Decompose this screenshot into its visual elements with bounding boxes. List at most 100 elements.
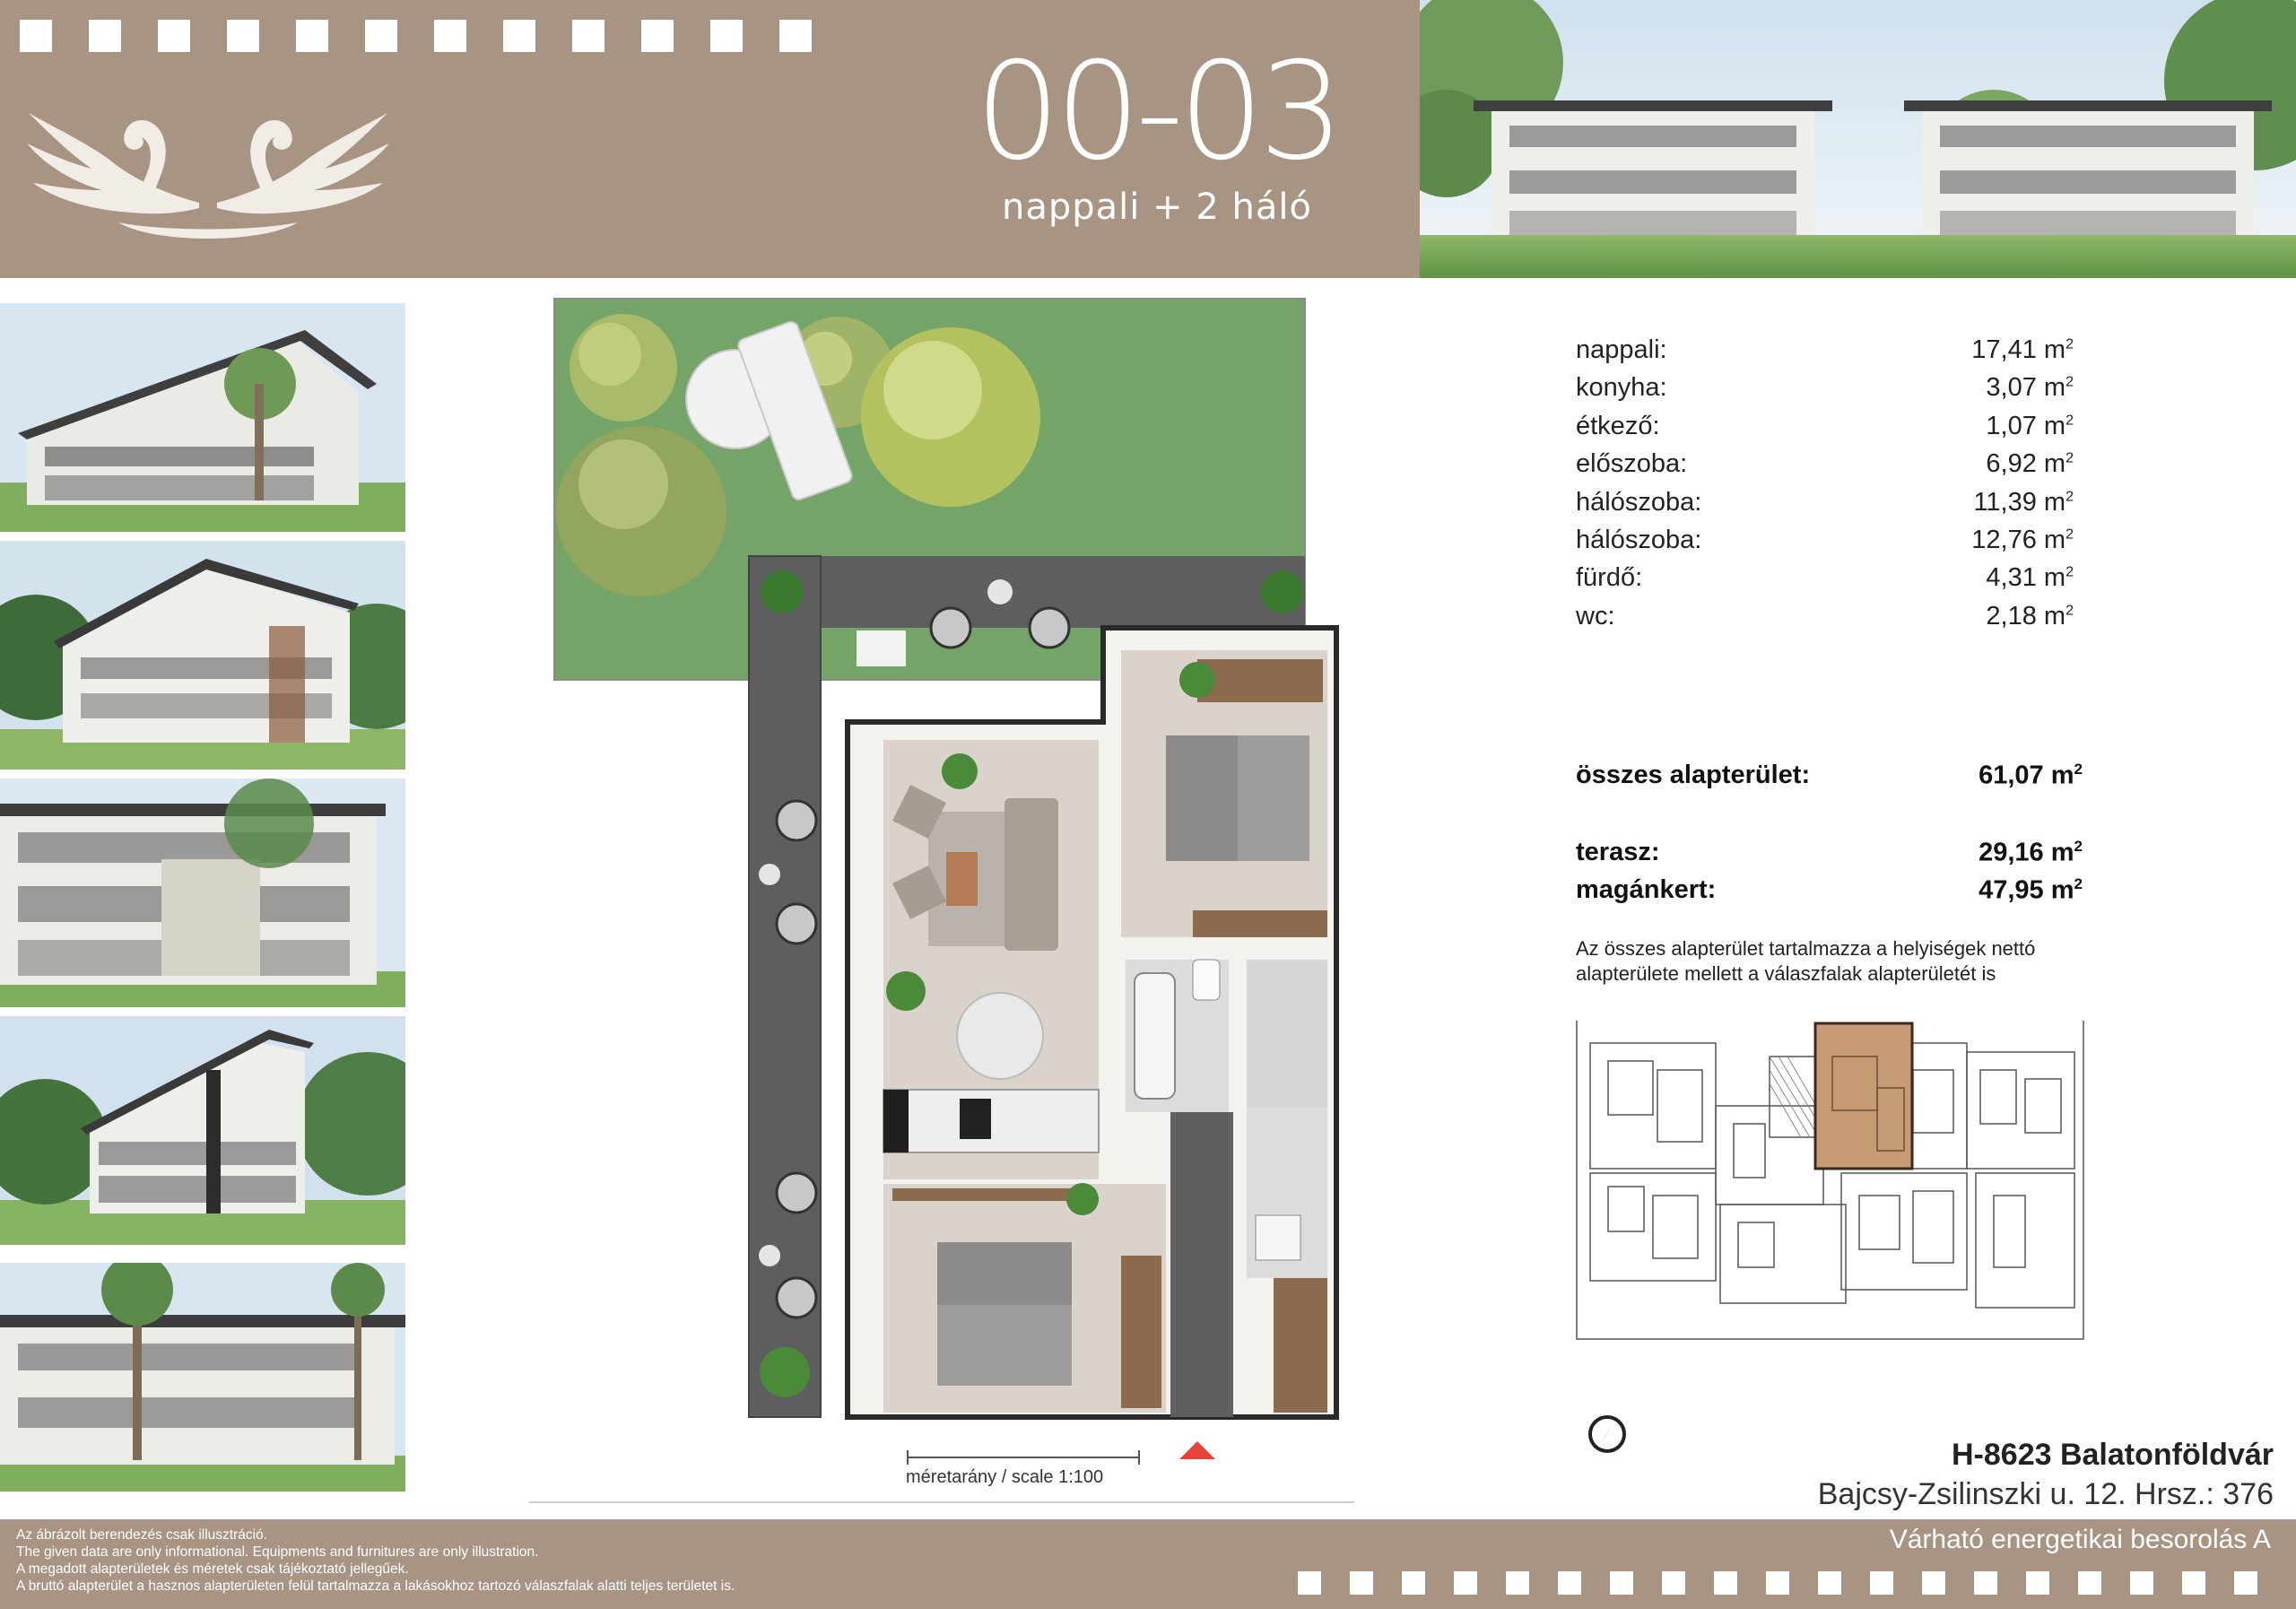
- room-row: wc: 2,18 m2: [1576, 602, 2074, 639]
- site-plan: [1572, 1016, 2092, 1348]
- header-square: [779, 20, 812, 52]
- rendering-thumbnail-2: [0, 541, 405, 770]
- header-square: [296, 20, 328, 52]
- plant-icon: [1261, 570, 1304, 613]
- header-square: [89, 20, 121, 52]
- plant-icon: [760, 1347, 810, 1397]
- room-area: 1,07 m2: [1986, 412, 2074, 441]
- footer-square: [1922, 1571, 1945, 1595]
- room-area: 12,76 m2: [1971, 526, 2074, 555]
- room-name: hálószoba:: [1576, 487, 1702, 517]
- room-area: 2,18 m2: [1986, 602, 2074, 631]
- header-square: [503, 20, 535, 52]
- disclaimer: Az ábrázolt berendezés csak illusztráció…: [16, 1526, 735, 1595]
- header-square: [710, 20, 743, 52]
- footer-square: [1402, 1571, 1425, 1595]
- disclaimer-line: The given data are only informational. E…: [16, 1544, 539, 1560]
- hallway: [1170, 1112, 1233, 1417]
- unit-sup: 2: [2066, 488, 2074, 504]
- rendering-thumbnail-1: [0, 303, 405, 532]
- unit-sup: 2: [2066, 564, 2074, 580]
- dining-table: [956, 992, 1044, 1080]
- header-square: [20, 20, 52, 52]
- energy-rating: Várható energetikai besorolás A: [1889, 1525, 2271, 1554]
- room-area-value: 1,07 m: [1986, 411, 2066, 440]
- room-area: 6,92 m2: [1986, 449, 2074, 479]
- plant-icon: [761, 570, 804, 613]
- unit-sup: 2: [2066, 526, 2074, 543]
- compass-north-icon: [1588, 1415, 1626, 1453]
- rendering-thumbnail-5: [0, 1263, 405, 1492]
- footer-square: [1766, 1571, 1789, 1595]
- room-area-value: 17,41 m: [1971, 335, 2066, 364]
- room-row: konyha: 3,07 m2: [1576, 373, 2074, 411]
- area-note: Az összes alapterület tartalmazza a hely…: [1576, 937, 2036, 985]
- footer-square: [1610, 1571, 1633, 1595]
- room-row: fürdő: 4,31 m2: [1576, 563, 2074, 601]
- disclaimer-line: A bruttó alapterület a hasznos alapterül…: [16, 1579, 735, 1594]
- room-name: konyha:: [1576, 373, 1667, 403]
- footer-square: [1350, 1571, 1373, 1595]
- terrace-area-value: 29,16 m: [1979, 838, 2074, 867]
- footer-square: [1506, 1571, 1529, 1595]
- address-line-1: H-8623 Balatonföldvár: [1952, 1438, 2274, 1472]
- total-area-label: összes alapterület:: [1576, 761, 1811, 789]
- room-name: nappali:: [1576, 335, 1667, 364]
- hero-building-rendering: [1420, 0, 2296, 278]
- swan-logo-icon: [27, 113, 389, 239]
- unit-sup: 2: [2074, 838, 2083, 855]
- footer-square: [1870, 1571, 1893, 1595]
- disclaimer-line: A megadott alapterületek és méretek csak…: [16, 1561, 409, 1577]
- room-area-value: 12,76 m: [1971, 526, 2066, 554]
- header-square: [158, 20, 190, 52]
- footer-square: [1298, 1571, 1321, 1595]
- room-name: étkező:: [1576, 411, 1660, 440]
- header-square: [434, 20, 466, 52]
- footer-square: [2234, 1571, 2257, 1595]
- room-row: étkező: 1,07 m2: [1576, 412, 2074, 449]
- total-area-value: 61,07 m: [1979, 761, 2074, 790]
- footer-square: [2078, 1571, 2101, 1595]
- header-square: [365, 20, 397, 52]
- entrance-arrow-icon: [1179, 1441, 1215, 1459]
- room-name: wc:: [1576, 601, 1615, 631]
- room-area: 17,41 m2: [1971, 335, 2074, 365]
- footer-square: [2026, 1571, 2049, 1595]
- room-name: előszoba:: [1576, 449, 1688, 479]
- room-row: nappali: 17,41 m2: [1576, 335, 2074, 373]
- room-area-value: 3,07 m: [1986, 373, 2066, 403]
- rendering-thumbnail-3: [0, 778, 405, 1007]
- footer-square: [1662, 1571, 1685, 1595]
- room-area-value: 4,31 m: [1986, 563, 2066, 593]
- footer-square: [1974, 1571, 1997, 1595]
- room-row: hálószoba: 12,76 m2: [1576, 526, 2074, 563]
- plant-icon: [942, 753, 978, 789]
- plant-icon: [1179, 662, 1215, 698]
- garden-label: magánkert:: [1576, 875, 1717, 904]
- room-area: 4,31 m2: [1986, 563, 2074, 593]
- unit-sup: 2: [2074, 761, 2083, 778]
- room-area-value: 2,18 m: [1986, 601, 2066, 631]
- plant-icon: [886, 971, 926, 1011]
- unit-sup: 2: [2066, 374, 2074, 390]
- unit-type: nappali + 2 háló: [1002, 187, 1312, 228]
- room-area: 3,07 m2: [1986, 373, 2074, 403]
- terrace-label: terasz:: [1576, 838, 1660, 866]
- header-square: [227, 20, 259, 52]
- unit-sup: 2: [2066, 450, 2074, 466]
- room-name: hálószoba:: [1576, 526, 1702, 554]
- unit-sup: 2: [2066, 603, 2074, 619]
- unit-code: 00-03: [975, 34, 1344, 190]
- rendering-thumbnail-4: [0, 1016, 405, 1245]
- address-line-2: Bajcsy-Zsilinszki u. 12. Hrsz.: 376: [1817, 1477, 2274, 1511]
- scale-label: méretarány / scale 1:100: [906, 1467, 1104, 1487]
- header-square: [641, 20, 674, 52]
- unit-sup: 2: [2074, 875, 2083, 892]
- footer-square: [2130, 1571, 2153, 1595]
- disclaimer-line: Az ábrázolt berendezés csak illusztráció…: [16, 1527, 267, 1543]
- plant-icon: [1066, 1183, 1099, 1215]
- room-row: előszoba: 6,92 m2: [1576, 449, 2074, 487]
- footer-square: [2182, 1571, 2205, 1595]
- room-area-value: 6,92 m: [1986, 449, 2066, 479]
- floor-plan: [529, 298, 1354, 1503]
